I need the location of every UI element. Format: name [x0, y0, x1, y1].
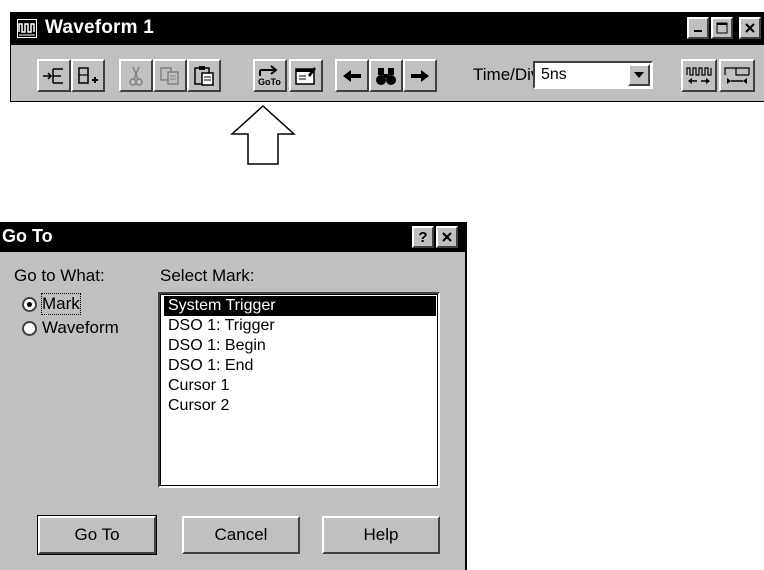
arrow-right-icon: [409, 67, 431, 85]
paste-icon: [192, 65, 216, 87]
window-title: Waveform 1: [45, 17, 154, 38]
time-div-value: 5ns: [541, 66, 567, 83]
previous-button[interactable]: [335, 59, 369, 92]
radio-mark-label: Mark: [41, 293, 81, 315]
list-item[interactable]: DSO 1: End: [164, 356, 436, 376]
paste-button[interactable]: [187, 59, 221, 92]
insert-signal-button[interactable]: [37, 59, 71, 92]
insert-signal-icon: [41, 65, 67, 87]
find-binoculars-icon: [375, 66, 397, 86]
select-mark-label: Select Mark:: [160, 266, 255, 285]
dialog-title: Go To: [2, 226, 53, 246]
waveform-icon: [17, 19, 37, 38]
help-button[interactable]: Help: [322, 516, 440, 554]
dropdown-arrow-icon[interactable]: [628, 64, 650, 86]
list-item[interactable]: Cursor 2: [164, 396, 436, 416]
maximize-icon[interactable]: [711, 17, 733, 39]
radio-waveform[interactable]: Waveform: [22, 318, 152, 340]
zoom-in-button[interactable]: [681, 59, 717, 92]
goto-dialog: Go To ? Go to What: Select Mark: Mark Wa…: [0, 222, 467, 570]
properties-icon: [294, 65, 318, 87]
radio-selected-dot: [27, 302, 32, 307]
list-item[interactable]: DSO 1: Trigger: [164, 316, 436, 336]
go-to-what-label: Go to What:: [14, 266, 105, 285]
goto-button[interactable]: GoTo: [253, 59, 287, 92]
zoom-out-icon: [723, 65, 751, 87]
zoom-in-icon: [685, 65, 713, 87]
insert-bus-icon: [75, 65, 101, 87]
copy-button[interactable]: [153, 59, 187, 92]
radio-mark-circle[interactable]: [22, 297, 37, 312]
copy-icon: [158, 65, 182, 87]
next-button[interactable]: [403, 59, 437, 92]
help-question-icon[interactable]: ?: [412, 226, 434, 248]
close-icon[interactable]: [739, 17, 761, 39]
goto-dialog-button[interactable]: Go To: [37, 515, 157, 555]
time-div-select[interactable]: 5ns: [533, 61, 653, 89]
radio-mark[interactable]: Mark: [22, 293, 142, 316]
radio-waveform-label: Waveform: [42, 318, 119, 337]
waveform-titlebar[interactable]: Waveform 1: [11, 13, 764, 45]
cancel-button[interactable]: Cancel: [182, 516, 300, 554]
list-item[interactable]: System Trigger: [164, 296, 436, 316]
mark-listbox[interactable]: System Trigger DSO 1: Trigger DSO 1: Beg…: [158, 292, 440, 488]
goto-icon-text: GoTo: [258, 77, 281, 87]
zoom-out-button[interactable]: [719, 59, 755, 92]
waveform-window: Waveform 1 GoTo Time/Div: 5ns: [10, 12, 764, 102]
dialog-titlebar[interactable]: Go To ?: [0, 222, 465, 252]
close-icon[interactable]: [436, 226, 458, 248]
list-item[interactable]: DSO 1: Begin: [164, 336, 436, 356]
radio-waveform-circle[interactable]: [22, 321, 37, 336]
properties-button[interactable]: [289, 59, 323, 92]
goto-icon: GoTo: [257, 64, 283, 88]
list-item[interactable]: Cursor 1: [164, 376, 436, 396]
cut-button[interactable]: [119, 59, 153, 92]
minimize-icon[interactable]: [687, 17, 709, 39]
up-arrow-outline-icon: [228, 104, 298, 166]
insert-bus-button[interactable]: [71, 59, 105, 92]
arrow-left-icon: [341, 67, 363, 85]
cut-icon: [124, 65, 148, 87]
find-button[interactable]: [369, 59, 403, 92]
